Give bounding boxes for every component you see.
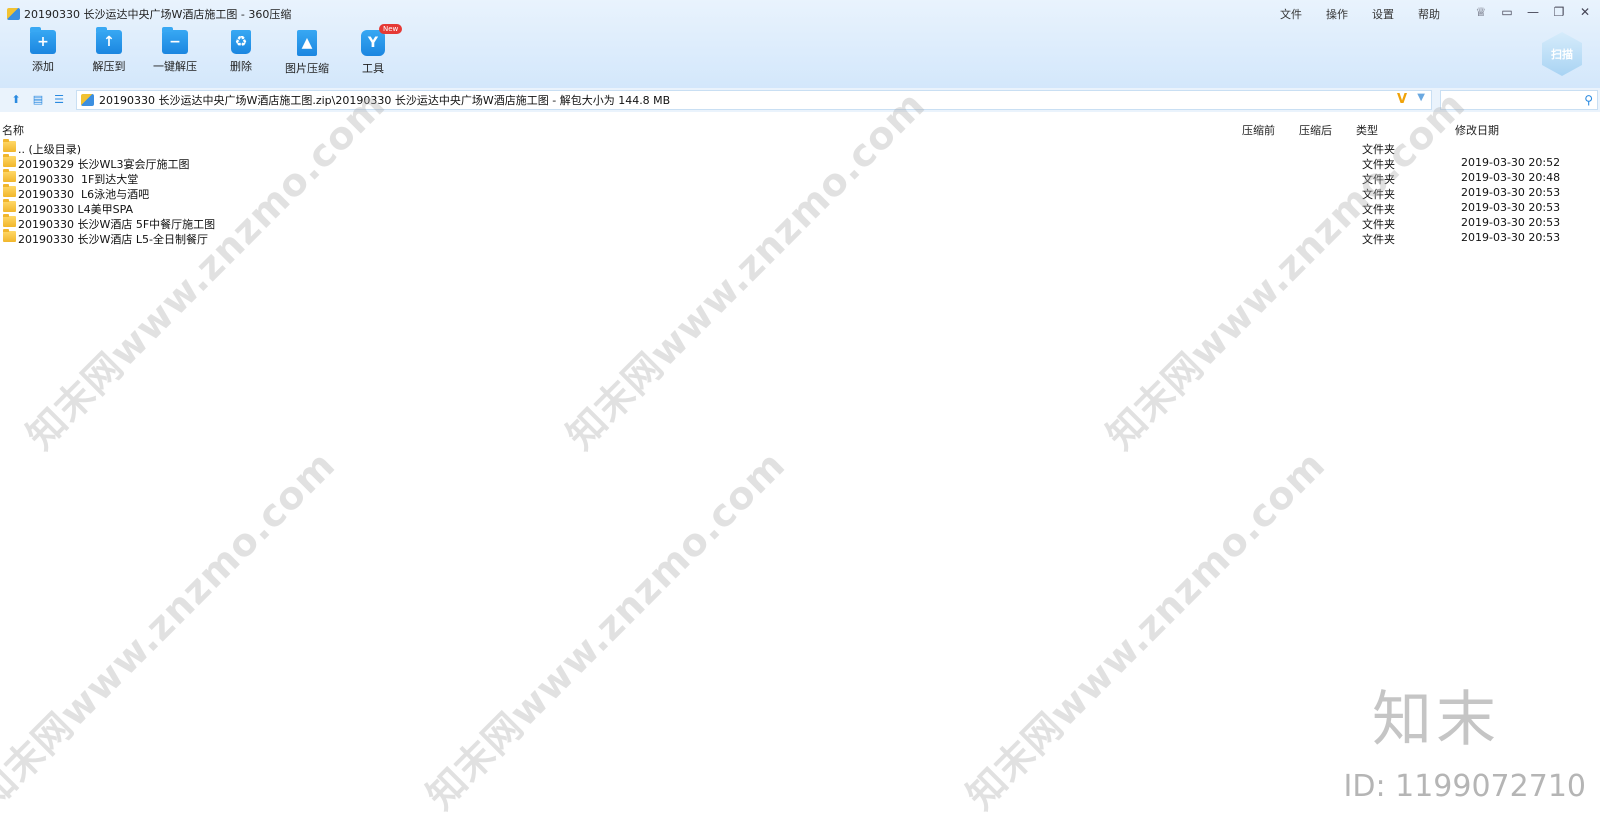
file-date: 2019-03-30 20:48 bbox=[1461, 171, 1561, 184]
add-button[interactable]: + 添加 bbox=[10, 27, 76, 76]
watermark-text: 知末网www.znzmo.com bbox=[958, 442, 1334, 818]
close-icon[interactable]: ✕ bbox=[1576, 4, 1594, 20]
file-date: 2019-03-30 20:53 bbox=[1461, 186, 1561, 199]
list-header: 名称 压缩前 压缩后 类型 修改日期 bbox=[0, 121, 1600, 137]
menu-file[interactable]: 文件 bbox=[1280, 6, 1302, 22]
skin-icon[interactable]: ♕ bbox=[1472, 4, 1490, 20]
menu-bar: 文件 操作 设置 帮助 bbox=[1280, 6, 1440, 22]
file-date: 2019-03-30 20:53 bbox=[1461, 231, 1561, 244]
file-list: .. (上级目录) 文件夹 20190329 长沙WL3宴会厅施工图 文件夹 2… bbox=[0, 139, 1600, 246]
file-date: 2019-03-30 20:53 bbox=[1461, 201, 1561, 214]
folder-icon bbox=[3, 184, 16, 197]
list-item[interactable]: 20190329 长沙WL3宴会厅施工图 文件夹 2019-03-30 20:5… bbox=[0, 154, 1600, 171]
file-date: 2019-03-30 20:52 bbox=[1461, 156, 1561, 169]
watermark-text: 知末网www.znzmo.com bbox=[0, 442, 344, 818]
restore-icon[interactable]: ❐ bbox=[1550, 4, 1568, 20]
list-item[interactable]: .. (上级目录) 文件夹 bbox=[0, 139, 1600, 156]
app-icon bbox=[7, 8, 20, 20]
column-name[interactable]: 名称 bbox=[2, 122, 24, 138]
extract-folder-icon: ↑ bbox=[96, 27, 122, 54]
menu-help[interactable]: 帮助 bbox=[1418, 6, 1440, 22]
watermark-text: 知末网www.znzmo.com bbox=[418, 442, 794, 818]
list-view-icon[interactable]: ☰ bbox=[52, 92, 66, 106]
brand-watermark: 知末 bbox=[1372, 685, 1500, 755]
new-badge: New bbox=[379, 24, 403, 34]
image-file-icon: ▲ bbox=[297, 30, 317, 56]
image-compress-label: 图片压缩 bbox=[285, 62, 329, 75]
up-arrow-icon[interactable]: ⬆ bbox=[9, 92, 23, 106]
extract-to-label: 解压到 bbox=[92, 60, 126, 73]
extract-to-button[interactable]: ↑ 解压到 bbox=[76, 27, 142, 76]
column-before-size[interactable]: 压缩前 bbox=[1242, 122, 1275, 138]
cube-icon: Y bbox=[361, 30, 385, 56]
one-click-label: 一键解压 bbox=[153, 60, 197, 73]
file-name: 20190330 长沙W酒店 L5-全日制餐厅 bbox=[18, 233, 208, 246]
tools-button[interactable]: Y New 工具 bbox=[340, 24, 406, 76]
folder-icon bbox=[3, 154, 16, 167]
scan-button[interactable]: 扫描 bbox=[1542, 32, 1582, 76]
thumbnail-view-icon[interactable]: ▤ bbox=[31, 92, 45, 106]
delete-button[interactable]: ♻ 删除 bbox=[208, 30, 274, 76]
address-path: 20190330 长沙运达中央广场W酒店施工图.zip\20190330 长沙运… bbox=[99, 94, 671, 107]
trash-icon: ♻ bbox=[231, 30, 251, 54]
folder-icon bbox=[3, 169, 16, 182]
list-item[interactable]: 20190330 1F到达大堂 文件夹 2019-03-30 20:48 bbox=[0, 169, 1600, 186]
address-bar[interactable]: 20190330 长沙运达中央广场W酒店施工图.zip\20190330 长沙运… bbox=[76, 90, 1432, 110]
column-date[interactable]: 修改日期 bbox=[1455, 122, 1499, 138]
minimize-icon[interactable]: — bbox=[1524, 4, 1542, 20]
delete-label: 删除 bbox=[230, 60, 252, 73]
address-row: ⬆ ▤ ☰ 20190330 长沙运达中央广场W酒店施工图.zip\201903… bbox=[0, 88, 1600, 112]
top-bar: 20190330 长沙运达中央广场W酒店施工图 - 360压缩 文件 操作 设置… bbox=[0, 0, 1600, 88]
feedback-icon[interactable]: ▭ bbox=[1498, 4, 1516, 20]
add-folder-icon: + bbox=[30, 27, 56, 54]
one-click-extract-button[interactable]: − 一键解压 bbox=[142, 27, 208, 76]
column-after-size[interactable]: 压缩后 bbox=[1299, 122, 1332, 138]
folder-icon bbox=[3, 229, 16, 242]
window-title: 20190330 长沙运达中央广场W酒店施工图 - 360压缩 bbox=[24, 8, 292, 21]
folder-icon bbox=[3, 214, 16, 227]
add-label: 添加 bbox=[32, 60, 54, 73]
tools-label: 工具 bbox=[362, 62, 384, 75]
window-controls: ♕ ▭ — ❐ ✕ bbox=[1472, 4, 1594, 20]
file-date: 2019-03-30 20:53 bbox=[1461, 216, 1561, 229]
toolbar: + 添加 ↑ 解压到 − 一键解压 ♻ 删除 ▲ 图片压缩 Y New 工具 bbox=[10, 24, 406, 76]
list-item[interactable]: 20190330 L6泳池与酒吧 文件夹 2019-03-30 20:53 bbox=[0, 184, 1600, 201]
list-item[interactable]: 20190330 长沙W酒店 5F中餐厅施工图 文件夹 2019-03-30 2… bbox=[0, 214, 1600, 231]
search-input[interactable]: ⚲ bbox=[1440, 90, 1598, 110]
column-type[interactable]: 类型 bbox=[1356, 122, 1378, 138]
app-window: 20190330 长沙运达中央广场W酒店施工图 - 360压缩 文件 操作 设置… bbox=[0, 0, 1600, 836]
file-type: 文件夹 bbox=[1362, 233, 1395, 246]
chevron-down-icon[interactable]: ▼ bbox=[1417, 92, 1425, 103]
archive-icon bbox=[81, 94, 94, 106]
scan-label: 扫描 bbox=[1551, 48, 1573, 61]
list-item[interactable]: 20190330 长沙W酒店 L5-全日制餐厅 文件夹 2019-03-30 2… bbox=[0, 229, 1600, 246]
image-compress-button[interactable]: ▲ 图片压缩 bbox=[274, 30, 340, 76]
folder-icon bbox=[3, 139, 16, 152]
menu-operate[interactable]: 操作 bbox=[1326, 6, 1348, 22]
title-bar: 20190330 长沙运达中央广场W酒店施工图 - 360压缩 bbox=[7, 6, 291, 22]
menu-settings[interactable]: 设置 bbox=[1372, 6, 1394, 22]
brand-id: ID: 1199072710 bbox=[1343, 769, 1586, 804]
one-click-extract-icon: − bbox=[162, 27, 188, 54]
v-icon[interactable]: V bbox=[1397, 92, 1407, 107]
list-item[interactable]: 20190330 L4美甲SPA 文件夹 2019-03-30 20:53 bbox=[0, 199, 1600, 216]
search-icon[interactable]: ⚲ bbox=[1584, 93, 1593, 107]
folder-icon bbox=[3, 199, 16, 212]
